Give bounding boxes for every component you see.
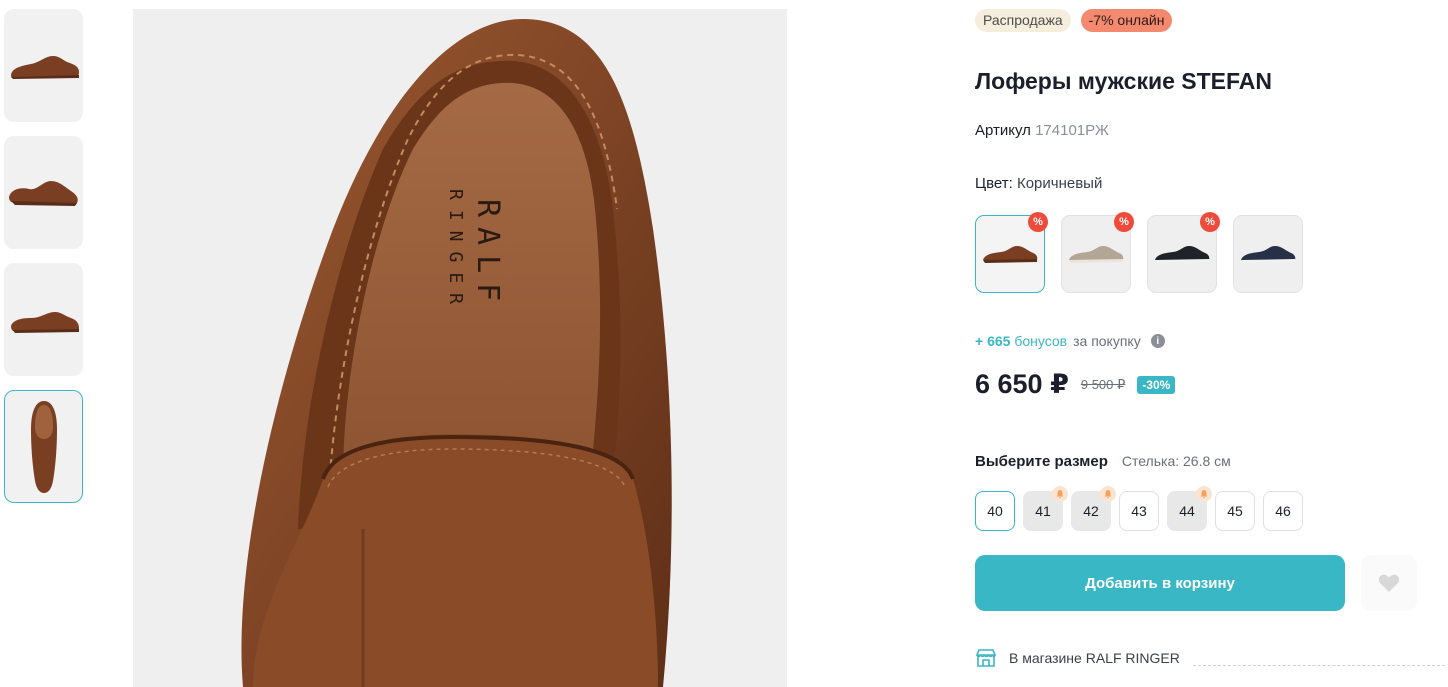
- size-label: Выберите размер: [975, 453, 1108, 470]
- bell-icon[interactable]: [1100, 486, 1116, 502]
- shoe-black-image: [1155, 246, 1210, 263]
- price-row: 6 650 ₽ 9 500 ₽ -30%: [975, 369, 1176, 400]
- thumbnail-list: [4, 9, 83, 517]
- size-value: 42: [1083, 503, 1099, 519]
- bonus-amount: + 665: [975, 333, 1011, 349]
- thumbnail-side-view[interactable]: [4, 9, 83, 122]
- thumbnail-angle-view[interactable]: [4, 136, 83, 249]
- svg-text:RINGER: RINGER: [445, 189, 466, 314]
- bell-icon[interactable]: [1052, 486, 1068, 502]
- size-value: 44: [1179, 503, 1195, 519]
- discount-percent-icon: %: [1028, 212, 1048, 232]
- discount-percent-icon: %: [1200, 212, 1220, 232]
- shoe-navy-image: [1241, 246, 1296, 263]
- size-value: 41: [1035, 503, 1051, 519]
- swatch-navy[interactable]: [1233, 215, 1303, 293]
- insole-length: Стелька: 26.8 см: [1121, 453, 1231, 469]
- size-options: 40 41 42 43 44 45 46: [975, 486, 1303, 531]
- add-to-cart-button[interactable]: Добавить в корзину: [975, 555, 1345, 611]
- shoe-brown-image: [983, 246, 1038, 263]
- discount-percent-icon: %: [1114, 212, 1134, 232]
- sku-value: 174101РЖ: [1035, 122, 1109, 139]
- heart-icon: [1378, 574, 1400, 592]
- bell-icon[interactable]: [1196, 486, 1212, 502]
- sku-row: Артикул 174101РЖ: [975, 122, 1109, 139]
- shoe-angle-image: [8, 180, 78, 206]
- color-label: Цвет:: [975, 175, 1013, 192]
- loafer-closeup-image: RALF RINGER: [241, 19, 672, 687]
- size-option[interactable]: 42: [1071, 486, 1116, 531]
- current-price: 6 650 ₽: [975, 369, 1069, 399]
- bonus-word: бонусов: [1014, 333, 1068, 349]
- discount-badge: -30%: [1137, 375, 1176, 394]
- swatch-black[interactable]: %: [1147, 212, 1220, 293]
- store-icon: [975, 649, 997, 667]
- main-product-image: RALF RINGER: [133, 9, 787, 687]
- size-option[interactable]: 45: [1215, 491, 1255, 531]
- bonus-row: + 665 бонусов за покупку i: [975, 333, 1165, 349]
- online-discount-badge: -7% онлайн: [1080, 9, 1173, 32]
- swatch-brown[interactable]: %: [975, 212, 1048, 293]
- product-title: Лоферы мужские STEFAN: [975, 68, 1273, 94]
- store-availability[interactable]: В магазине RALF RINGER: [975, 648, 1180, 668]
- info-icon[interactable]: i: [1150, 334, 1165, 348]
- divider: [1193, 665, 1445, 666]
- swatch-beige[interactable]: %: [1061, 212, 1134, 293]
- color-value: Коричневый: [1016, 175, 1103, 192]
- svg-text:RALF: RALF: [470, 199, 505, 311]
- badge-row: Распродажа -7% онлайн: [975, 9, 1173, 32]
- sku-label: Артикул: [975, 122, 1031, 139]
- bonus-text: за покупку: [1073, 333, 1141, 349]
- thumbnail-other-side-view[interactable]: [4, 263, 83, 376]
- size-option[interactable]: 44: [1167, 486, 1212, 531]
- shoe-beige-image: [1069, 246, 1124, 263]
- store-label: В магазине RALF RINGER: [1009, 650, 1180, 666]
- old-price: 9 500 ₽: [1080, 376, 1126, 392]
- size-option[interactable]: 46: [1263, 491, 1303, 531]
- brand-logo-print: RALF RINGER: [445, 189, 505, 314]
- thumbnail-top-view[interactable]: [4, 390, 83, 503]
- size-option[interactable]: 41: [1023, 486, 1068, 531]
- shoe-other-side-image: [10, 311, 79, 333]
- color-row: Цвет: Коричневый: [975, 175, 1102, 192]
- size-option[interactable]: 43: [1119, 491, 1159, 531]
- sale-badge: Распродажа: [975, 9, 1071, 32]
- color-swatches: % % %: [975, 212, 1303, 293]
- favorite-button[interactable]: [1361, 555, 1417, 611]
- size-header: Выберите размер Стелька: 26.8 см: [975, 453, 1231, 470]
- shoe-top-image: [30, 400, 57, 493]
- size-option[interactable]: 40: [975, 491, 1015, 531]
- shoe-side-image: [10, 55, 79, 79]
